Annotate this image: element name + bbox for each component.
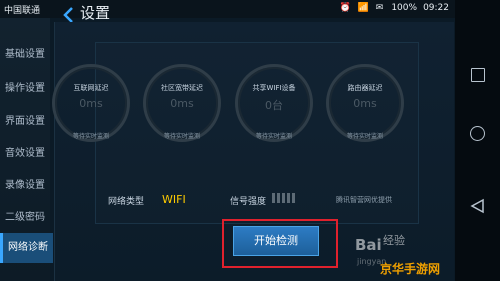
- carrier-label: 中国联通: [4, 6, 41, 16]
- signal-strength-label: 信号强度: [230, 197, 267, 207]
- clock-time: 09:22: [423, 3, 449, 13]
- provider-note: 腾讯智营网优提供: [336, 196, 392, 204]
- status-icons: ⏰ 📶 ✉: [339, 3, 386, 13]
- gauge-note: 等待实时监测: [255, 133, 292, 140]
- network-type-label: 网络类型: [108, 197, 145, 207]
- gauge-internet-latency: 互联网延迟 0ms 等待实时监测: [52, 64, 130, 142]
- gauge-shared-wifi-devices: 共享WIFI设备 0台 等待实时监测: [235, 64, 313, 142]
- gauge-router-latency: 路由器延迟 0ms 等待实时监测: [326, 64, 404, 142]
- gauge-note: 等待实时监测: [346, 133, 383, 140]
- gauge-label: 路由器延迟: [347, 84, 383, 92]
- start-detection-button[interactable]: 开始检测: [233, 226, 319, 256]
- battery-level: 100%: [391, 3, 418, 13]
- watermark-suffix: 经验: [383, 234, 405, 247]
- sidebar-item-secondary-password[interactable]: 二级密码: [0, 203, 50, 233]
- watermark-logo: Bai: [355, 236, 382, 254]
- sidebar-item-interface[interactable]: 界面设置: [0, 107, 50, 137]
- back-icon[interactable]: [62, 7, 82, 23]
- gauge-group: 互联网延迟 0ms 等待实时监测 社区宽带延迟 0ms 等待实时监测 共享WIF…: [52, 64, 432, 144]
- sidebar-item-sound[interactable]: 音效设置: [0, 139, 50, 169]
- gauge-community-broadband-latency: 社区宽带延迟 0ms 等待实时监测: [143, 64, 221, 142]
- status-right: ⏰ 📶 ✉ 100% 09:22: [340, 3, 449, 13]
- gauge-note: 等待实时监测: [163, 133, 200, 140]
- sidebar: 基础设置 操作设置 界面设置 音效设置 录像设置 二级密码 网络诊断: [0, 18, 53, 281]
- android-navigation-bar: [455, 0, 500, 281]
- gauge-label: 互联网延迟: [73, 84, 109, 92]
- sidebar-item-basic[interactable]: 基础设置: [0, 40, 50, 70]
- network-info-row: 网络类型 WIFI 信号强度 腾讯智营网优提供: [96, 185, 436, 215]
- gauge-note: 等待实时监测: [72, 133, 109, 140]
- recent-apps-icon[interactable]: [467, 65, 487, 85]
- gauge-value: 0台: [265, 99, 283, 112]
- gauge-label: 社区宽带延迟: [161, 84, 203, 92]
- network-type-value: WIFI: [162, 193, 186, 206]
- watermark-site: 京华手游网: [380, 262, 441, 276]
- home-icon[interactable]: [467, 124, 487, 144]
- gauge-label: 共享WIFI设备: [252, 84, 296, 92]
- back-triangle-icon[interactable]: [467, 196, 487, 216]
- gauge-value: 0ms: [353, 97, 377, 110]
- sidebar-item-network-diagnostics[interactable]: 网络诊断: [0, 233, 53, 263]
- gauge-value: 0ms: [79, 97, 103, 110]
- gauge-value: 0ms: [170, 97, 194, 110]
- sidebar-item-operation[interactable]: 操作设置: [0, 74, 50, 104]
- page-title: 设置: [80, 4, 111, 22]
- sidebar-item-recording[interactable]: 录像设置: [0, 171, 50, 201]
- signal-strength-icon: [272, 193, 300, 203]
